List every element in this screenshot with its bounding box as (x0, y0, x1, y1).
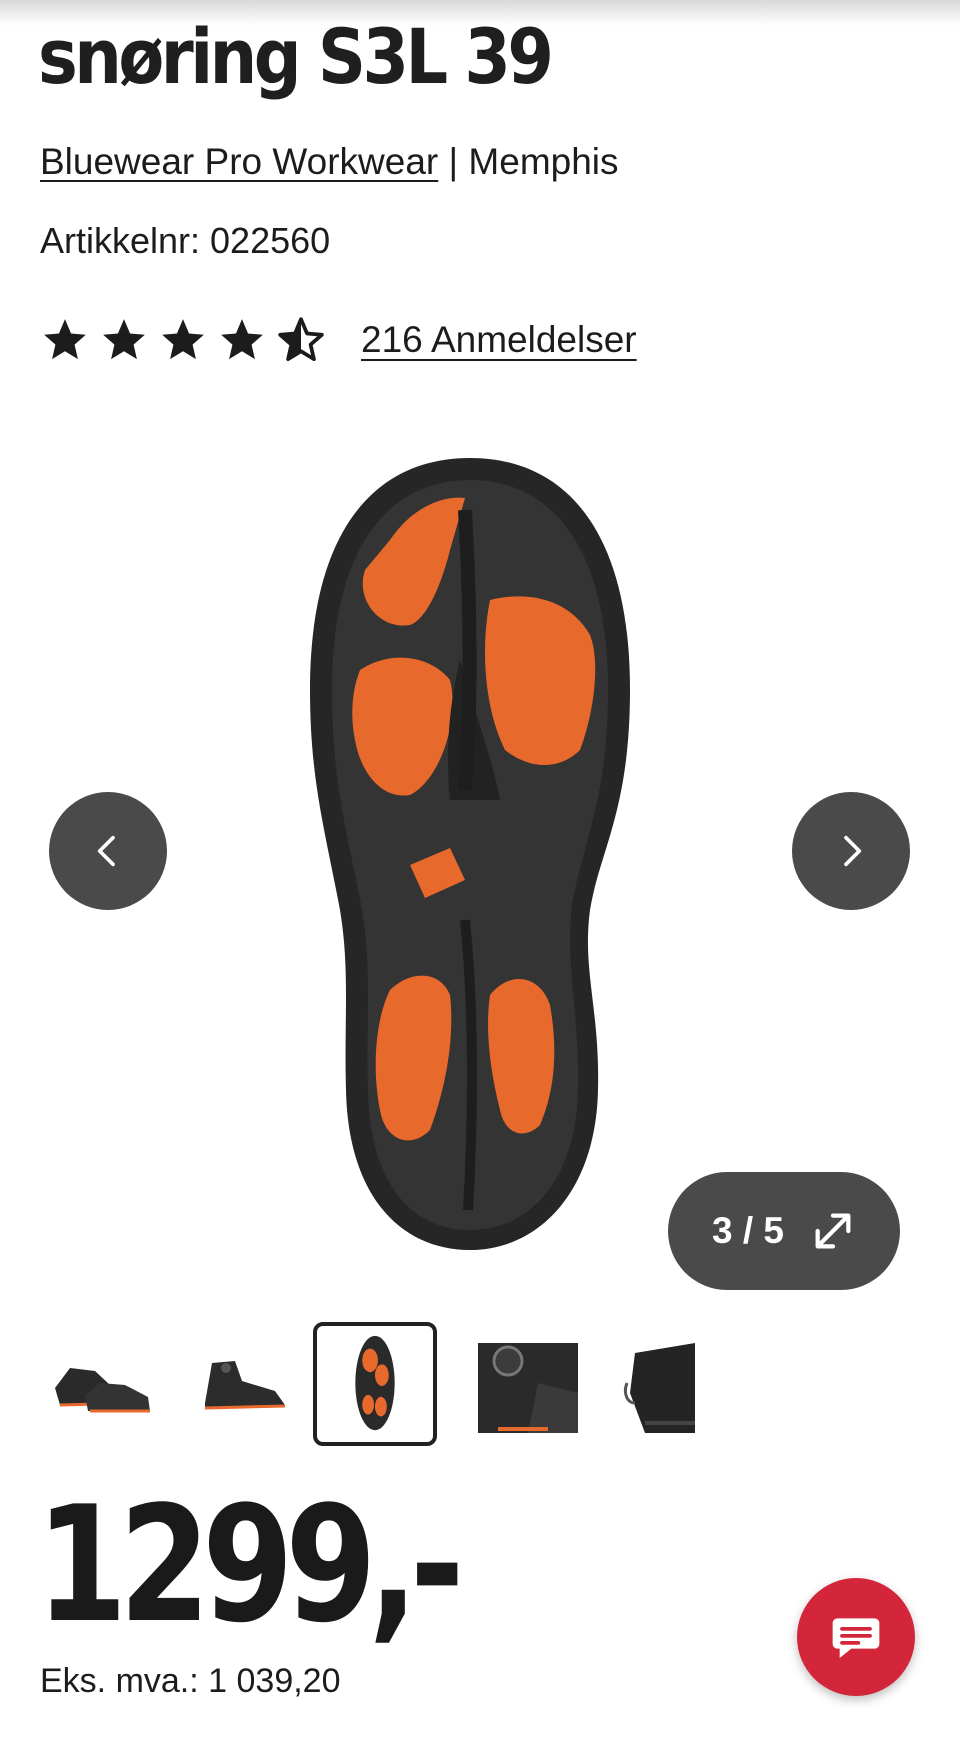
product-page: snøring S3L 39 Bluewear Pro Workwear | M… (0, 0, 960, 1740)
price-ex-vat: Eks. mva.: 1 039,20 (40, 1662, 341, 1700)
thumbnail-5[interactable] (605, 1323, 723, 1441)
expand-arrows-icon (810, 1208, 856, 1254)
thumbnail-1[interactable] (40, 1323, 158, 1441)
image-gallery[interactable]: 3 / 5 (0, 430, 960, 1290)
brand-line: Bluewear Pro Workwear | Memphis (40, 140, 619, 184)
thumbnail-3[interactable] (313, 1322, 437, 1446)
gallery-fullscreen-button[interactable]: 3 / 5 (668, 1172, 900, 1290)
chat-button[interactable] (797, 1578, 915, 1696)
thumbnail-strip (40, 1318, 920, 1448)
image-counter: 3 / 5 (712, 1210, 784, 1251)
product-title: snøring S3L 39 (38, 12, 554, 101)
gallery-prev-button[interactable] (49, 792, 167, 910)
gallery-next-button[interactable] (792, 792, 910, 910)
rating-stars (40, 315, 335, 365)
product-price: 1299,- (36, 1471, 464, 1658)
product-image-sole (310, 458, 630, 1250)
chevron-right-icon (844, 835, 862, 867)
star-full-icon (217, 315, 267, 365)
star-half-icon (276, 315, 326, 365)
star-full-icon (99, 315, 149, 365)
article-number: Artikkelnr: 022560 (40, 220, 331, 261)
star-full-icon (40, 315, 90, 365)
thumbnail-2[interactable] (180, 1323, 298, 1441)
thumbnail-4[interactable] (468, 1323, 586, 1441)
chat-bubble-icon (832, 1618, 880, 1658)
model-name: Memphis (468, 141, 619, 182)
rating-row[interactable]: 216 Anmeldelser (40, 310, 637, 370)
brand-link[interactable]: Bluewear Pro Workwear (40, 141, 438, 182)
brand-separator: | (438, 141, 469, 182)
chevron-left-icon (97, 835, 115, 867)
star-full-icon (158, 315, 208, 365)
reviews-link[interactable]: 216 Anmeldelser (361, 319, 637, 361)
